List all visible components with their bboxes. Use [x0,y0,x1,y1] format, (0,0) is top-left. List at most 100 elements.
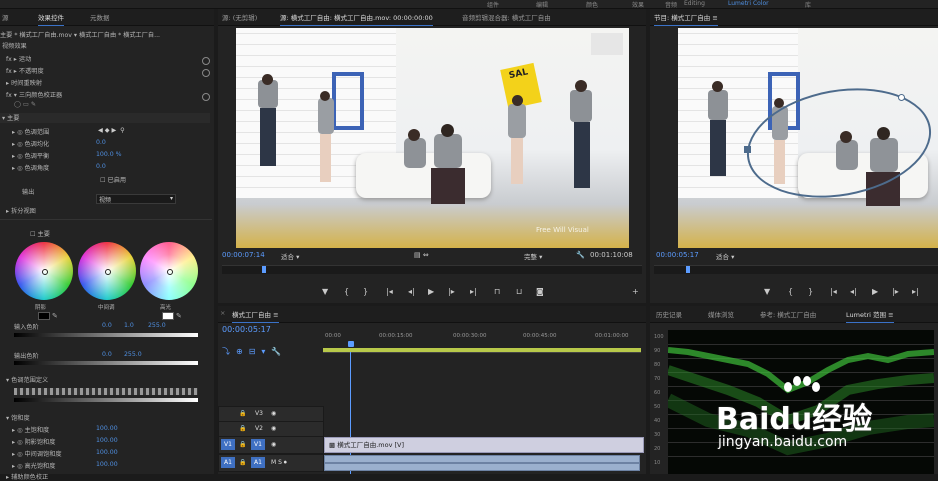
tonal-range-bar[interactable] [14,388,198,395]
param-value[interactable]: 0.0 [96,163,106,172]
program-playhead[interactable] [686,266,690,273]
input-level-gamma[interactable]: 1.0 [124,322,134,331]
tab-lumetri-scopes[interactable]: Lumetri 范围 ≡ [846,309,894,323]
eye-icon[interactable]: ◉ [271,425,276,432]
go-to-out-icon[interactable]: ▸| [470,287,477,296]
param-row[interactable]: ▸ ◎ 色调范围 [12,127,49,136]
program-timecode-current[interactable]: 00:00:05:17 [656,251,699,259]
tab-media-browser[interactable]: 媒体浏览 [708,309,734,319]
mark-in-icon[interactable]: { [788,287,793,296]
source-timecode-current[interactable]: 00:00:07:14 [222,251,265,259]
export-frame-icon[interactable]: ◙ [536,287,544,296]
sat-value[interactable]: 100.00 [96,449,118,458]
workspace-color[interactable]: 颜色 [586,0,598,9]
param-value[interactable]: 100.0 % [96,151,122,160]
tab-sequence[interactable]: 横式工厂自由 ≡ [232,309,279,323]
source-patch-a1[interactable]: A1 [221,457,235,468]
tab-source[interactable]: 源 [2,12,9,22]
input-levels-slider[interactable] [14,333,198,337]
tab-effect-controls[interactable]: 效果控件 [38,12,64,26]
workspace-lumetri[interactable]: Lumetri Color [728,0,769,7]
step-forward-icon[interactable]: |▸ [892,287,899,296]
sat-value[interactable]: 100.00 [96,461,118,470]
step-forward-icon[interactable]: |▸ [448,287,455,296]
wrench-icon[interactable]: 🔧 [576,251,585,259]
sat-row[interactable]: ▸ ◎ 中间调饱和度 [12,449,62,458]
clip-path-label[interactable]: 主要 * 横式工厂自由.mov ▾ 横式工厂自由 * 横式工厂自... [0,30,212,39]
insert-icon[interactable]: ⊓ [494,287,500,296]
reset-icon[interactable] [202,69,210,77]
eyedropper-icon[interactable]: ✎ [52,312,58,320]
eyedropper-icon[interactable]: ✎ [176,312,182,320]
workspace-editing[interactable]: Editing [684,0,705,7]
compare-checkbox[interactable]: ☐ 已启用 [100,175,126,184]
tab-source-none[interactable]: 源: (无剪辑) [222,12,257,22]
mute-solo-icons[interactable]: M S ⏺ [271,459,287,467]
track-header-a1[interactable]: A1 🔒 A1 M S ⏺ [218,454,324,472]
input-level-white[interactable]: 255.0 [148,322,166,331]
effect-motion[interactable]: fx ▸ 运动 [6,54,31,63]
mark-in-icon[interactable]: { [344,287,349,296]
program-timeline-ruler[interactable] [654,265,938,274]
play-icon[interactable]: ▶ [428,287,434,296]
sat-value[interactable]: 100.00 [96,437,118,446]
tab-program[interactable]: 节目: 横式工厂自由 ≡ [654,12,718,26]
highlights-color-wheel[interactable] [140,242,198,300]
tab-metadata[interactable]: 元数据 [90,12,110,22]
param-row[interactable]: ▸ ◎ 色调均化 [12,139,49,148]
reset-icon[interactable] [202,93,210,101]
video-clip[interactable]: ▩ 横式工厂自由.mov [V] [324,437,644,453]
saturation-row[interactable]: ▾ 饱和度 [6,413,30,422]
close-icon[interactable]: × [220,309,225,317]
add-button-icon[interactable]: + [632,287,639,296]
workspace-audio[interactable]: 音频 [665,0,677,9]
effect-three-way[interactable]: fx ▾ 三向颜色校正器 [6,90,62,99]
workspace-libraries[interactable]: 库 [805,0,811,9]
workspace-assembly[interactable]: 组件 [487,0,499,9]
input-level-black[interactable]: 0.0 [102,322,112,331]
program-fit-dropdown[interactable]: 适合 ▾ [716,251,734,261]
sat-row[interactable]: ▸ ◎ 主饱和度 [12,425,49,434]
play-icon[interactable]: ▶ [872,287,878,296]
lock-icon[interactable]: 🔒 [239,441,246,448]
keyframe-nav[interactable]: ◀ ◆ ▶ ⚲ [98,127,125,136]
timeline-timecode[interactable]: 00:00:05:17 [222,325,271,334]
timeline-ruler[interactable]: 00:00 00:00:15:00 00:00:30:00 00:00:45:0… [323,330,641,353]
source-quality-dropdown[interactable]: 完整 ▾ [524,251,542,261]
step-back-icon[interactable]: ◂| [408,287,415,296]
param-value[interactable]: 0.0 [96,139,106,148]
track-header-v1[interactable]: V1 🔒 V1 ◉ [218,436,324,454]
output-level-black[interactable]: 0.0 [102,351,112,360]
lock-icon[interactable]: 🔒 [239,425,246,432]
mark-out-icon[interactable]: } [808,287,813,296]
step-back-icon[interactable]: ◂| [850,287,857,296]
workspace-edit[interactable]: 编辑 [536,0,548,9]
marker-icon[interactable]: ▼ [322,287,328,296]
wheel-handle[interactable] [42,269,48,275]
lock-icon[interactable]: 🔒 [239,410,246,417]
track-header-v3[interactable]: 🔒 V3 ◉ [218,406,324,422]
source-fit-dropdown[interactable]: 适合 ▾ [281,251,299,261]
track-header-v2[interactable]: 🔒 V2 ◉ [218,421,324,437]
effect-time-remap[interactable]: ▸ 时间重映射 [6,78,42,87]
split-view-row[interactable]: ▸ 拆分视图 [6,206,36,215]
mask-tools[interactable]: ◯ ▭ ✎ [14,101,36,110]
wheels-heading[interactable]: ☐ 主要 [30,229,50,238]
settings-icon[interactable]: ▤ ⇔ [414,251,429,259]
main-row[interactable]: ▾ 主要 [0,113,210,123]
go-to-out-icon[interactable]: ▸| [912,287,919,296]
mark-out-icon[interactable]: } [363,287,368,296]
shadow-swatch[interactable] [38,312,50,320]
param-row[interactable]: ▸ ◎ 色调角度 [12,163,49,172]
param-row[interactable]: ▸ ◎ 色调平衡 [12,151,49,160]
tab-audio-mixer[interactable]: 音频剪辑混合器: 横式工厂自由 [462,12,551,22]
marker-icon[interactable]: ▼ [764,287,770,296]
source-patch-v1[interactable]: V1 [221,439,235,450]
source-playhead[interactable] [262,266,266,273]
source-timeline-ruler[interactable] [222,265,642,274]
output-dropdown[interactable]: 视频 ▾ [96,194,176,204]
sat-row[interactable]: ▸ ◎ 高光饱和度 [12,461,55,470]
shadows-color-wheel[interactable] [15,242,73,300]
midtones-color-wheel[interactable] [78,242,136,300]
output-levels-slider[interactable] [14,361,198,365]
